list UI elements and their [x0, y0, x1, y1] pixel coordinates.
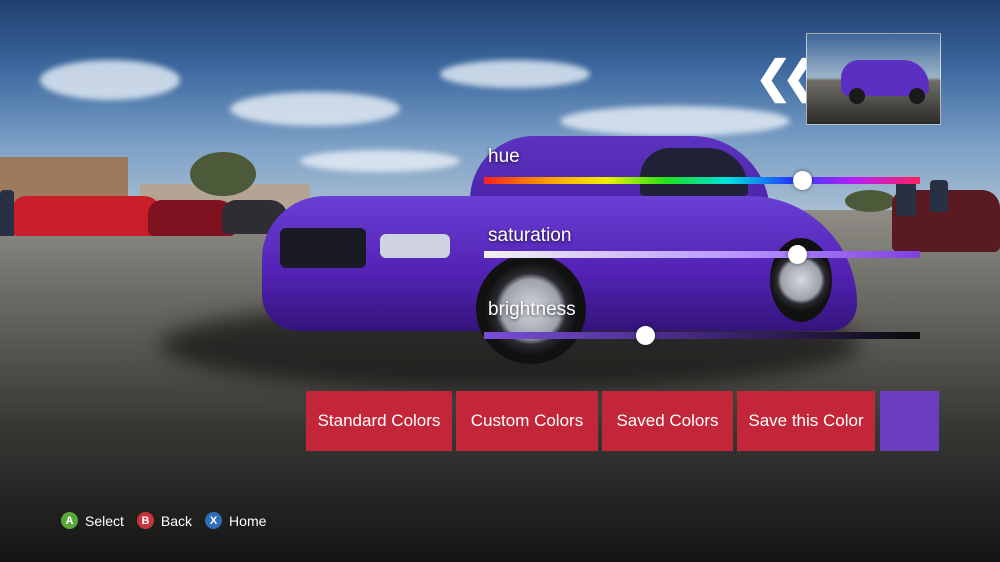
background-car — [12, 196, 162, 236]
saturation-slider[interactable] — [484, 245, 920, 264]
car-preview-thumbnail — [806, 33, 941, 125]
hint-back: B Back — [136, 512, 193, 529]
save-this-color-button[interactable]: Save this Color — [737, 391, 875, 451]
standard-colors-button[interactable]: Standard Colors — [306, 391, 452, 451]
a-button-icon: A — [61, 512, 78, 529]
person — [896, 180, 916, 216]
cloud — [560, 106, 790, 136]
brightness-knob[interactable] — [635, 326, 655, 345]
cloud — [440, 60, 590, 88]
cloud — [40, 60, 180, 100]
brightness-slider[interactable] — [484, 326, 920, 345]
cloud — [300, 150, 460, 172]
hint-label: Select — [85, 512, 124, 529]
hint-home: X Home — [205, 512, 266, 529]
cloud — [230, 92, 400, 126]
tree — [845, 190, 895, 212]
thumbnail-wheel — [849, 88, 865, 104]
hint-select: A Select — [61, 512, 124, 529]
car-headlight — [380, 234, 450, 258]
hue-knob[interactable] — [792, 171, 812, 190]
brightness-label: brightness — [488, 299, 576, 320]
thumbnail-wheel — [909, 88, 925, 104]
tree — [190, 152, 256, 196]
hue-label: hue — [488, 146, 520, 167]
saturation-label: saturation — [488, 225, 572, 246]
saved-colors-button[interactable]: Saved Colors — [602, 391, 733, 451]
double-chevron-left-icon[interactable]: ❮❮ — [755, 56, 819, 100]
car-grille — [280, 228, 366, 268]
b-button-icon: B — [136, 512, 154, 529]
hint-label: Back — [160, 512, 193, 529]
hue-slider[interactable] — [484, 171, 920, 190]
controller-hints: A Select B Back X Home — [61, 512, 279, 529]
car-window — [640, 148, 748, 196]
hint-label: Home — [229, 512, 267, 529]
x-button-icon: X — [205, 512, 223, 529]
person — [930, 180, 948, 212]
selected-color-swatch — [880, 391, 939, 451]
custom-colors-button[interactable]: Custom Colors — [456, 391, 598, 451]
person — [0, 190, 14, 236]
